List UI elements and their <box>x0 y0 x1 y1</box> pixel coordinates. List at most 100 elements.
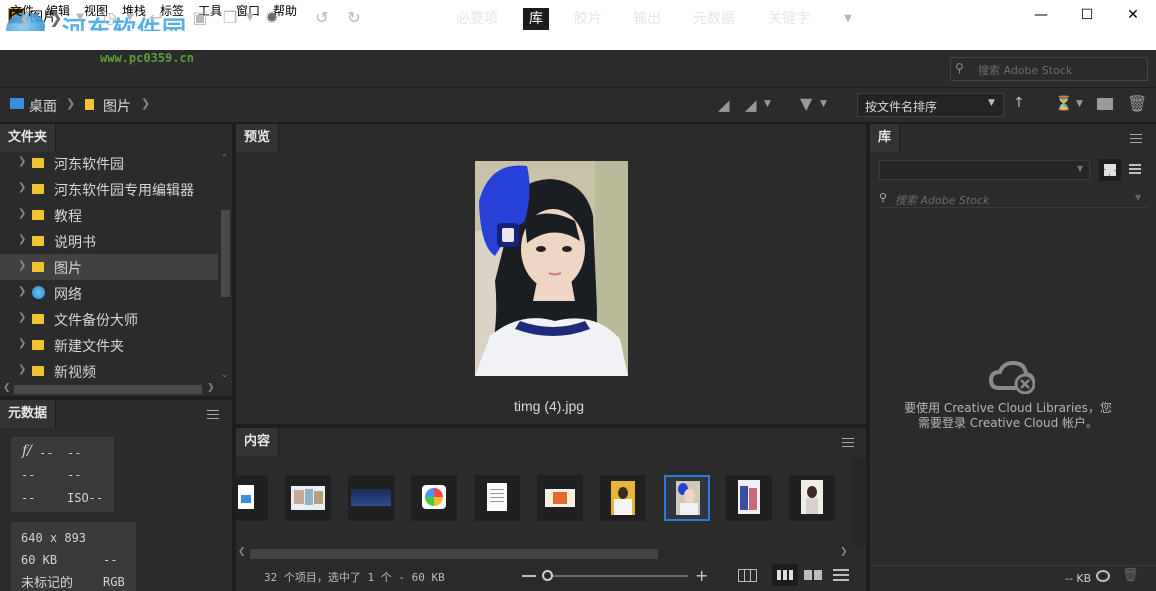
maximize-icon[interactable]: ☐ <box>1064 0 1110 31</box>
tab-filmstrip[interactable]: 胶片 <box>568 8 608 30</box>
metadata-panel-title[interactable]: 元数据 <box>0 400 57 428</box>
expand-chevron-icon[interactable]: ❯ <box>18 286 26 297</box>
breadcrumb-pictures[interactable]: 图片 <box>103 96 131 116</box>
refine-icon[interactable]: ❐ <box>220 8 240 28</box>
folder-item[interactable]: ❯ 教程 <box>0 202 218 228</box>
thumbnail-selected[interactable] <box>664 475 710 521</box>
folder-scroll-thumb[interactable] <box>221 210 230 297</box>
content-vscrollbar[interactable] <box>852 458 866 547</box>
scroll-down-icon[interactable]: ⌄ <box>221 370 228 379</box>
expand-chevron-icon[interactable]: ❯ <box>18 338 26 349</box>
tab-metadata[interactable]: 元数据 <box>687 8 741 30</box>
folders-panel-title[interactable]: 文件夹 <box>0 124 57 152</box>
details-view-icon[interactable] <box>804 570 822 580</box>
metadata-menu-icon[interactable] <box>207 410 219 419</box>
dimensions-value: 640 x 893 <box>21 531 87 545</box>
library-search-input[interactable]: 搜索 Adobe Stock <box>895 192 989 208</box>
list-view-icon[interactable] <box>833 569 849 581</box>
folder-item[interactable]: ❯ 图片 <box>0 254 218 280</box>
preview-image[interactable] <box>475 161 628 376</box>
rating-filter-icon[interactable]: ◢ <box>745 96 757 114</box>
filter-chevron-icon[interactable]: ▼ <box>820 99 827 109</box>
zoom-in-icon[interactable]: + <box>695 566 708 585</box>
scroll-right-icon[interactable]: ❯ <box>207 383 215 393</box>
folder-icon <box>32 340 44 350</box>
sync-icon[interactable] <box>1096 570 1110 582</box>
document-icon <box>238 485 254 509</box>
refine-chevron-icon[interactable]: ▼ <box>240 8 260 28</box>
tab-keywords[interactable]: 关键字 <box>762 8 816 30</box>
camera-icon[interactable]: ▣ <box>190 8 210 28</box>
library-panel-title[interactable]: 库 <box>870 124 901 152</box>
recent-chevron-icon[interactable]: ▼ <box>120 8 140 28</box>
thumbnail[interactable] <box>474 475 520 521</box>
zoom-slider-handle[interactable] <box>542 570 553 581</box>
expand-chevron-icon[interactable]: ❯ <box>18 182 26 193</box>
stock-search-placeholder: 搜索 Adobe Stock <box>978 64 1073 77</box>
expand-chevron-icon[interactable]: ❯ <box>18 156 26 167</box>
lock-grid-icon[interactable] <box>738 569 757 582</box>
expand-chevron-icon[interactable]: ❯ <box>18 208 26 219</box>
close-icon[interactable]: ✕ <box>1110 0 1156 31</box>
return-icon[interactable]: ↩ <box>146 8 166 28</box>
preview-panel-title[interactable]: 预览 <box>236 124 280 152</box>
folder-hscroll-thumb[interactable] <box>14 385 202 394</box>
thumbnail[interactable] <box>411 475 457 521</box>
thumbnail[interactable] <box>285 475 331 521</box>
trash-icon[interactable]: 🗑 <box>1122 568 1139 583</box>
rotate-left-icon[interactable]: ↺ <box>312 8 332 28</box>
open-recent-chevron-icon[interactable]: ▼ <box>1076 99 1083 109</box>
quality-icon[interactable]: ◢ <box>718 96 730 114</box>
content-panel-title[interactable]: 内容 <box>236 428 280 456</box>
content-hscroll-thumb[interactable] <box>250 549 658 559</box>
folder-item[interactable]: ❯ 新视频 <box>0 358 218 384</box>
back-icon[interactable]: ❮ <box>16 8 36 28</box>
divider <box>872 565 1156 566</box>
thumbnail[interactable] <box>600 475 646 521</box>
folder-item[interactable]: ❯ 网络 <box>0 280 218 306</box>
scroll-right-icon[interactable]: ❯ <box>840 547 848 557</box>
rating-chevron-icon[interactable]: ▼ <box>764 99 771 109</box>
thumbnail[interactable] <box>537 475 583 521</box>
rotate-right-icon[interactable]: ↻ <box>344 8 364 28</box>
scroll-left-icon[interactable]: ❮ <box>3 383 11 393</box>
list-view-icon[interactable] <box>1129 164 1141 176</box>
tab-output[interactable]: 输出 <box>627 8 667 30</box>
library-menu-icon[interactable] <box>1130 134 1142 143</box>
zoom-out-icon[interactable] <box>522 575 536 577</box>
recent-icon[interactable]: ◷ <box>100 8 120 28</box>
scroll-up-icon[interactable]: ⌃ <box>221 153 228 162</box>
breadcrumb-more-icon[interactable]: ❯ <box>141 97 150 110</box>
new-folder-icon[interactable] <box>1097 98 1113 110</box>
folder-item[interactable]: ❯ 说明书 <box>0 228 218 254</box>
forward-icon[interactable]: ❯ <box>46 8 66 28</box>
thumbnail[interactable] <box>726 475 772 521</box>
resolution-value: -- <box>103 553 118 567</box>
folder-item[interactable]: ❯ 河东软件园专用编辑器 <box>0 176 218 202</box>
zoom-slider[interactable] <box>548 575 688 577</box>
tab-libraries[interactable]: 库 <box>523 8 549 30</box>
tab-essentials[interactable]: 必要项 <box>450 8 504 30</box>
open-recent-icon[interactable]: ⏳ <box>1055 96 1072 112</box>
trash-icon[interactable]: 🗑 <box>1127 94 1147 113</box>
folder-item[interactable]: ❯ 新建文件夹 <box>0 332 218 358</box>
workspace-more-icon[interactable]: ▼ <box>838 9 858 29</box>
expand-chevron-icon[interactable]: ❯ <box>18 312 26 323</box>
scroll-left-icon[interactable]: ❮ <box>238 547 246 557</box>
breadcrumb-desktop[interactable]: 桌面 <box>29 96 57 116</box>
filter-icon[interactable]: ▼ <box>800 94 812 113</box>
expand-chevron-icon[interactable]: ❯ <box>18 364 26 375</box>
folder-item[interactable]: ❯ 文件备份大师 <box>0 306 218 332</box>
thumbnail[interactable] <box>348 475 394 521</box>
chevron-down-icon[interactable]: ▼ <box>70 8 90 28</box>
thumbnail[interactable] <box>789 475 835 521</box>
expand-chevron-icon[interactable]: ❯ <box>18 234 26 245</box>
content-menu-icon[interactable] <box>842 438 854 447</box>
sort-ascending-icon[interactable]: ↑ <box>1013 95 1025 111</box>
thumbnail[interactable] <box>236 475 268 521</box>
minimize-icon[interactable]: — <box>1018 0 1064 31</box>
folder-item[interactable]: ❯ 河东软件园 <box>0 150 218 176</box>
expand-chevron-icon[interactable]: ❯ <box>18 260 26 271</box>
library-select[interactable] <box>879 160 1090 180</box>
creative-cloud-icon[interactable]: ✹ <box>262 8 282 28</box>
